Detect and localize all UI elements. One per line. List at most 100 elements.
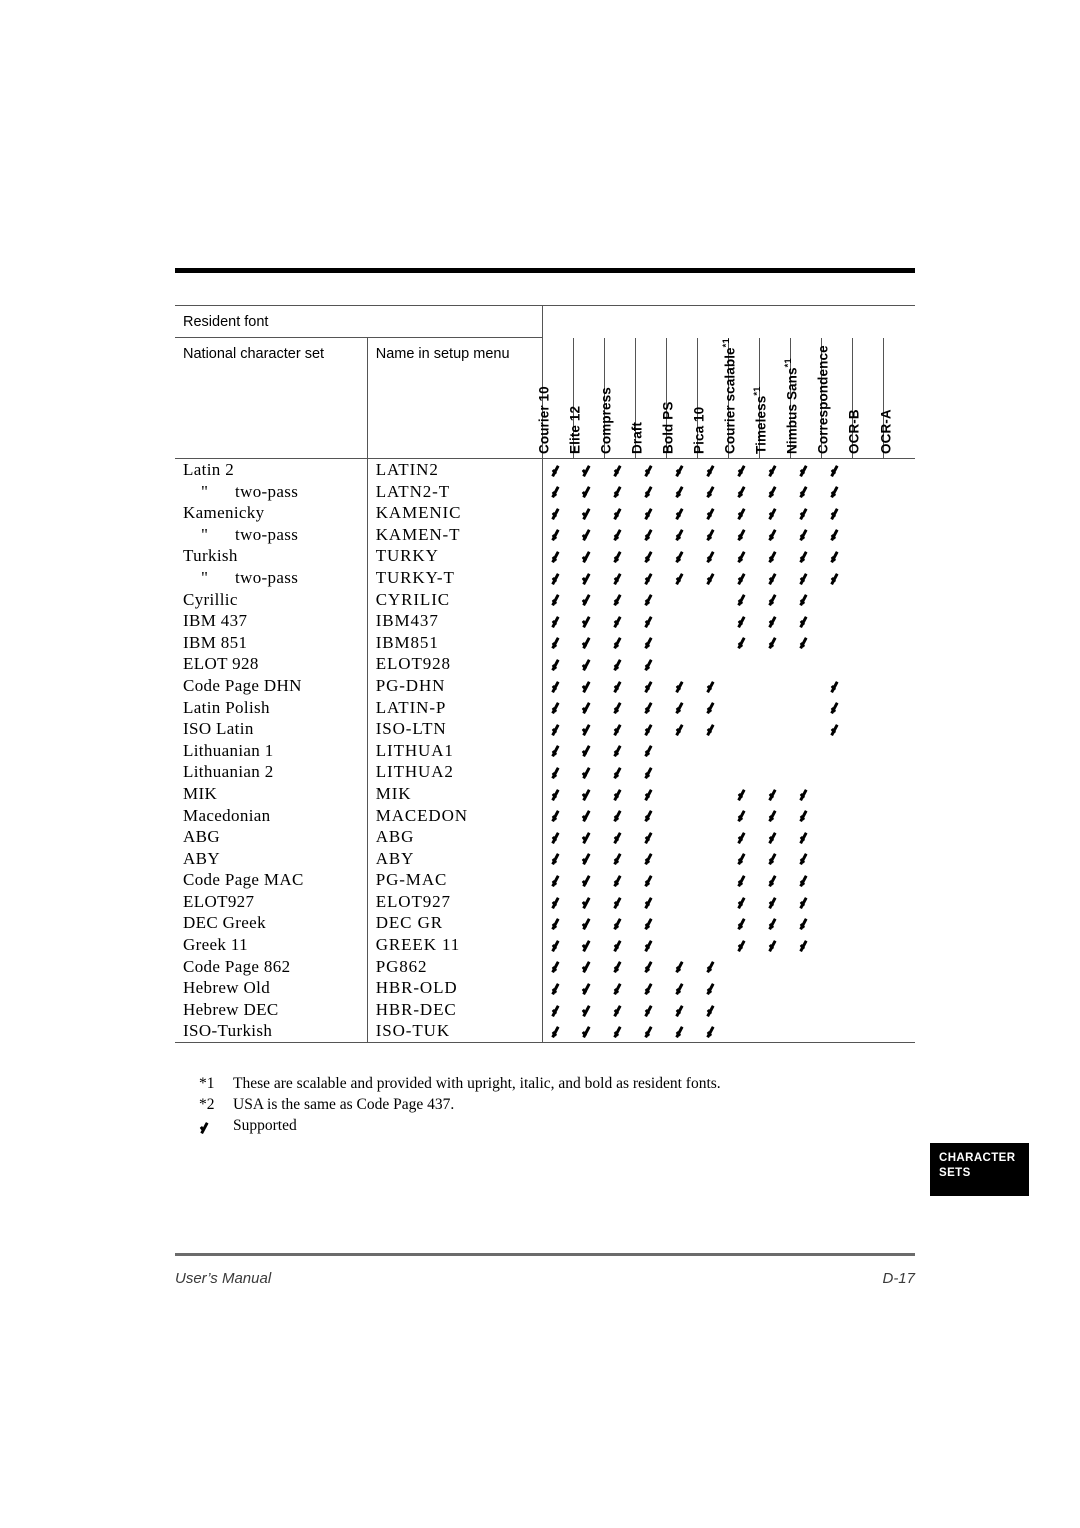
check-icon [551, 916, 566, 931]
cell-supported [698, 545, 729, 567]
check-icon [613, 700, 628, 715]
cell-supported [541, 804, 574, 827]
cell-supported [636, 718, 667, 740]
check-icon [551, 894, 566, 909]
check-icon [644, 635, 659, 650]
check-icon [768, 462, 783, 477]
cell-not-supported [853, 481, 884, 503]
check-icon [551, 592, 566, 607]
check-icon [799, 808, 814, 823]
check-icon [768, 635, 783, 650]
cell-supported [541, 739, 574, 762]
cell-label: two-pass [235, 524, 299, 544]
cell-not-supported [883, 1020, 915, 1044]
check-icon [675, 700, 690, 715]
cell-not-supported [853, 524, 884, 546]
cell-supported [791, 567, 822, 589]
table-row: Latin Polish LATIN-P [175, 696, 915, 719]
cell-supported [605, 502, 636, 524]
header-col-label: Courier 10 [536, 386, 552, 454]
check-icon [830, 484, 845, 499]
check-icon [581, 981, 596, 996]
check-icon [551, 462, 566, 477]
cell-label: two-pass [235, 481, 299, 501]
check-icon [551, 959, 566, 974]
check-icon [737, 505, 752, 520]
cell-not-supported [884, 697, 915, 719]
check-icon [675, 1024, 690, 1039]
check-icon [581, 721, 596, 736]
cell-supported [698, 956, 729, 978]
cell-national-character-set: ISO Latin [183, 719, 254, 739]
cell-supported [822, 545, 853, 567]
cell-not-supported [853, 783, 884, 805]
check-icon [768, 613, 783, 628]
table-row: IBM 851 IBM851 [175, 631, 915, 654]
check-icon [551, 721, 566, 736]
cell-not-supported [698, 891, 729, 913]
cell-supported [822, 567, 853, 589]
footnote-text: Supported [233, 1117, 297, 1134]
cell-national-character-set: Code Page DHN [183, 675, 302, 695]
cell-not-supported [667, 783, 698, 805]
cell-not-supported [729, 697, 760, 719]
cell-supported [791, 502, 822, 524]
cell-supported [636, 697, 667, 719]
cell-supported [791, 826, 822, 848]
check-icon [551, 527, 566, 542]
check-icon [644, 1002, 659, 1017]
cell-not-supported [791, 761, 822, 783]
cell-supported [791, 783, 822, 805]
cell-national-character-set: Turkish [183, 546, 238, 566]
cell-name-in-setup-menu: LITHUA1 [366, 739, 543, 762]
check-icon [799, 613, 814, 628]
check-icon [675, 484, 690, 499]
cell-name-in-setup-menu: DEC GR [366, 912, 543, 935]
cell-not-supported [853, 567, 884, 589]
cell-not-supported [884, 912, 915, 934]
table-row: Lithuanian 1 LITHUA1 [175, 739, 915, 762]
footer-divider-rule [175, 1253, 915, 1256]
cell-supported [541, 998, 574, 1021]
table-row: " two-pass TURKY-T [175, 566, 915, 589]
check-icon [768, 527, 783, 542]
check-icon [613, 916, 628, 931]
check-icon [706, 570, 721, 585]
cell-not-supported [667, 912, 698, 934]
cell-not-supported [760, 653, 791, 675]
cell-not-supported [698, 826, 729, 848]
cell-name-in-setup-menu: TURKY [366, 545, 543, 567]
check-icon [644, 808, 659, 823]
cell-supported [698, 524, 729, 546]
cell-not-supported [822, 610, 853, 632]
cell-supported [666, 1020, 698, 1044]
cell-not-supported [791, 718, 822, 740]
cell-supported [541, 610, 574, 632]
cell-not-supported [728, 1020, 760, 1044]
cell-supported [573, 783, 604, 805]
cell-national-character-set: Greek 11 [183, 935, 248, 955]
cell-supported [698, 567, 729, 589]
table-row: DEC Greek DEC GR [175, 912, 915, 935]
table-row: Turkish TURKY [175, 545, 915, 567]
cell-supported [605, 653, 636, 675]
cell-supported [541, 696, 574, 719]
footnote-marker: *1 [199, 1075, 215, 1092]
cell-supported [605, 869, 636, 891]
check-icon [706, 462, 721, 477]
cell-supported [667, 502, 698, 524]
cell-supported [541, 718, 574, 740]
cell-supported [667, 977, 698, 999]
check-icon [644, 894, 659, 909]
check-icon [830, 721, 845, 736]
cell-supported [573, 589, 604, 611]
cell-not-supported [760, 740, 791, 762]
cell-supported [636, 675, 667, 697]
check-icon [799, 462, 814, 477]
cell-not-supported [884, 805, 915, 827]
check-icon [644, 851, 659, 866]
cell-not-supported [698, 848, 729, 870]
header-name-in-setup-menu: Name in setup menu [366, 337, 543, 459]
cell-supported [760, 869, 791, 891]
cell-not-supported [791, 675, 822, 697]
